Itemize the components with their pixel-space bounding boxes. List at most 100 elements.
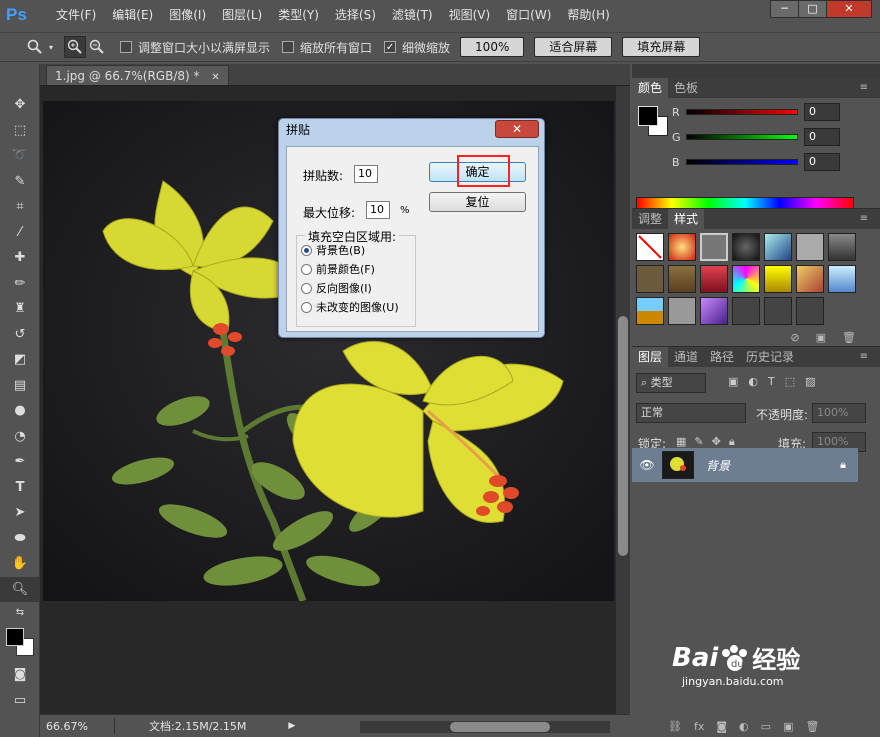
quick-mask-icon[interactable]: ◙ (0, 662, 40, 688)
horizontal-scroll-thumb[interactable] (450, 722, 550, 732)
channel-g-input[interactable]: 0 (804, 128, 840, 146)
foreground-color-swatch[interactable] (6, 628, 24, 646)
color-fg-swatch[interactable] (638, 106, 658, 126)
menu-type[interactable]: 类型(Y) (270, 0, 327, 30)
filter-shape-icon[interactable]: ⬚ (785, 375, 795, 388)
layer-row-background[interactable]: 👁︎ 背景 🔒︎ (632, 448, 858, 482)
blur-tool-icon[interactable]: ● (0, 398, 40, 424)
tab-layers[interactable]: 图层 (632, 347, 669, 367)
new-group-icon[interactable]: ▭ (761, 720, 771, 733)
panel-menu-icon[interactable]: ≡ (854, 78, 874, 98)
menu-window[interactable]: 窗口(W) (498, 0, 559, 30)
dialog-close-button[interactable]: ✕ (495, 120, 539, 138)
brush-tool-icon[interactable]: ✏ (0, 271, 40, 297)
swap-colors-icon[interactable]: ⇆ (0, 602, 40, 622)
link-layers-icon[interactable]: ⛓︎ (668, 720, 682, 733)
new-style-icon[interactable]: ▣ (816, 331, 826, 344)
menu-view[interactable]: 视图(V) (441, 0, 499, 30)
tab-adjustments[interactable]: 调整 (632, 209, 668, 229)
style-swatch[interactable] (828, 265, 856, 293)
quick-select-tool-icon[interactable]: ✎ (0, 169, 40, 195)
pen-tool-icon[interactable]: ✒ (0, 449, 40, 475)
add-mask-icon[interactable]: ◙ (716, 720, 727, 733)
radio-unaltered-image[interactable]: 未改变的图像(U) (301, 298, 441, 316)
vertical-scroll-thumb[interactable] (618, 316, 628, 556)
zoom-out-icon[interactable] (86, 36, 108, 58)
document-tab[interactable]: 1.jpg @ 66.7%(RGB/8) * ✕ (46, 65, 229, 85)
menu-layer[interactable]: 图层(L) (214, 0, 270, 30)
style-swatch[interactable] (732, 233, 760, 261)
style-swatch[interactable] (796, 297, 824, 325)
zoom-level[interactable]: 66.67% (46, 720, 88, 733)
adjustment-layer-icon[interactable]: ◐ (739, 720, 749, 733)
tool-preset-dropdown-icon[interactable]: ▾ (46, 36, 56, 58)
radio-foreground-color[interactable]: 前景颜色(F) (301, 260, 441, 278)
clone-stamp-tool-icon[interactable]: ♜ (0, 296, 40, 322)
delete-layer-icon[interactable]: 🗑︎ (805, 720, 819, 733)
style-none[interactable] (636, 233, 664, 261)
history-brush-tool-icon[interactable]: ↺ (0, 322, 40, 348)
scrubby-zoom-checkbox[interactable]: ✓ (384, 41, 397, 53)
style-swatch[interactable] (636, 265, 664, 293)
crop-tool-icon[interactable]: ⌗ (0, 194, 40, 220)
layer-filter-dropdown[interactable]: ⌕ 类型 (636, 373, 706, 393)
vertical-scrollbar[interactable] (616, 86, 630, 714)
tab-styles[interactable]: 样式 (668, 209, 705, 229)
minimize-button[interactable]: ─ (770, 0, 799, 18)
horizontal-scrollbar[interactable] (360, 721, 610, 733)
style-swatch[interactable] (764, 297, 792, 325)
maximize-button[interactable]: □ (798, 0, 827, 18)
channel-b-input[interactable]: 0 (804, 153, 840, 171)
style-swatch[interactable] (764, 233, 792, 261)
screen-mode-icon[interactable]: ▭ (0, 688, 40, 714)
filter-pixel-icon[interactable]: ▣ (728, 375, 738, 388)
tab-paths[interactable]: 路径 (704, 347, 740, 367)
channel-r-input[interactable]: 0 (804, 103, 840, 121)
style-swatch[interactable] (796, 265, 824, 293)
panel-menu-icon[interactable]: ≡ (854, 209, 874, 229)
lock-position-icon[interactable]: ✥ (712, 435, 721, 449)
shape-tool-icon[interactable]: ⬬ (0, 526, 40, 552)
style-swatch[interactable] (732, 297, 760, 325)
opacity-input[interactable]: 100% (812, 403, 866, 423)
menu-select[interactable]: 选择(S) (327, 0, 384, 30)
max-offset-input[interactable]: 10 (366, 201, 390, 219)
style-swatch[interactable] (700, 233, 728, 261)
menu-filter[interactable]: 滤镜(T) (384, 0, 441, 30)
radio-inverse-image[interactable]: 反向图像(I) (301, 279, 441, 297)
style-swatch[interactable] (764, 265, 792, 293)
marquee-tool-icon[interactable]: ⬚ (0, 118, 40, 144)
eraser-tool-icon[interactable]: ◩ (0, 347, 40, 373)
hand-tool-icon[interactable]: ✋ (0, 551, 40, 577)
panel-menu-icon[interactable]: ≡ (854, 347, 874, 367)
menu-help[interactable]: 帮助(H) (559, 0, 617, 30)
style-swatch[interactable] (668, 297, 696, 325)
tab-close-icon[interactable]: ✕ (211, 72, 219, 83)
healing-brush-tool-icon[interactable]: ✚ (0, 245, 40, 271)
style-swatch[interactable] (636, 297, 664, 325)
fx-icon[interactable]: fx (694, 720, 704, 733)
lasso-tool-icon[interactable]: ➰ (0, 143, 40, 169)
style-swatch[interactable] (700, 297, 728, 325)
path-select-tool-icon[interactable]: ➤ (0, 500, 40, 526)
actual-pixels-button[interactable]: 100% (460, 37, 525, 57)
menu-edit[interactable]: 编辑(E) (104, 0, 161, 30)
type-tool-icon[interactable]: T (0, 475, 40, 501)
tab-swatches[interactable]: 色板 (668, 78, 704, 98)
delete-style-icon[interactable]: 🗑︎ (842, 331, 856, 344)
zoom-in-icon[interactable] (64, 36, 86, 58)
zoom-tool-active-icon[interactable]: 🔍︎ (0, 576, 40, 602)
fill-screen-button[interactable]: 填充屏幕 (622, 37, 701, 57)
move-tool-icon[interactable]: ✥ (0, 92, 40, 118)
new-layer-icon[interactable]: ▣ (783, 720, 793, 733)
blend-mode-dropdown[interactable]: 正常 (636, 403, 746, 423)
style-swatch[interactable] (732, 265, 760, 293)
resize-windows-checkbox[interactable] (120, 41, 132, 53)
channel-r-slider[interactable] (686, 109, 798, 115)
style-swatch[interactable] (668, 265, 696, 293)
style-swatch[interactable] (828, 233, 856, 261)
tab-color[interactable]: 颜色 (632, 78, 669, 98)
lock-transparent-icon[interactable]: ▦ (676, 435, 686, 449)
channel-b-slider[interactable] (686, 159, 798, 165)
style-swatch[interactable] (796, 233, 824, 261)
